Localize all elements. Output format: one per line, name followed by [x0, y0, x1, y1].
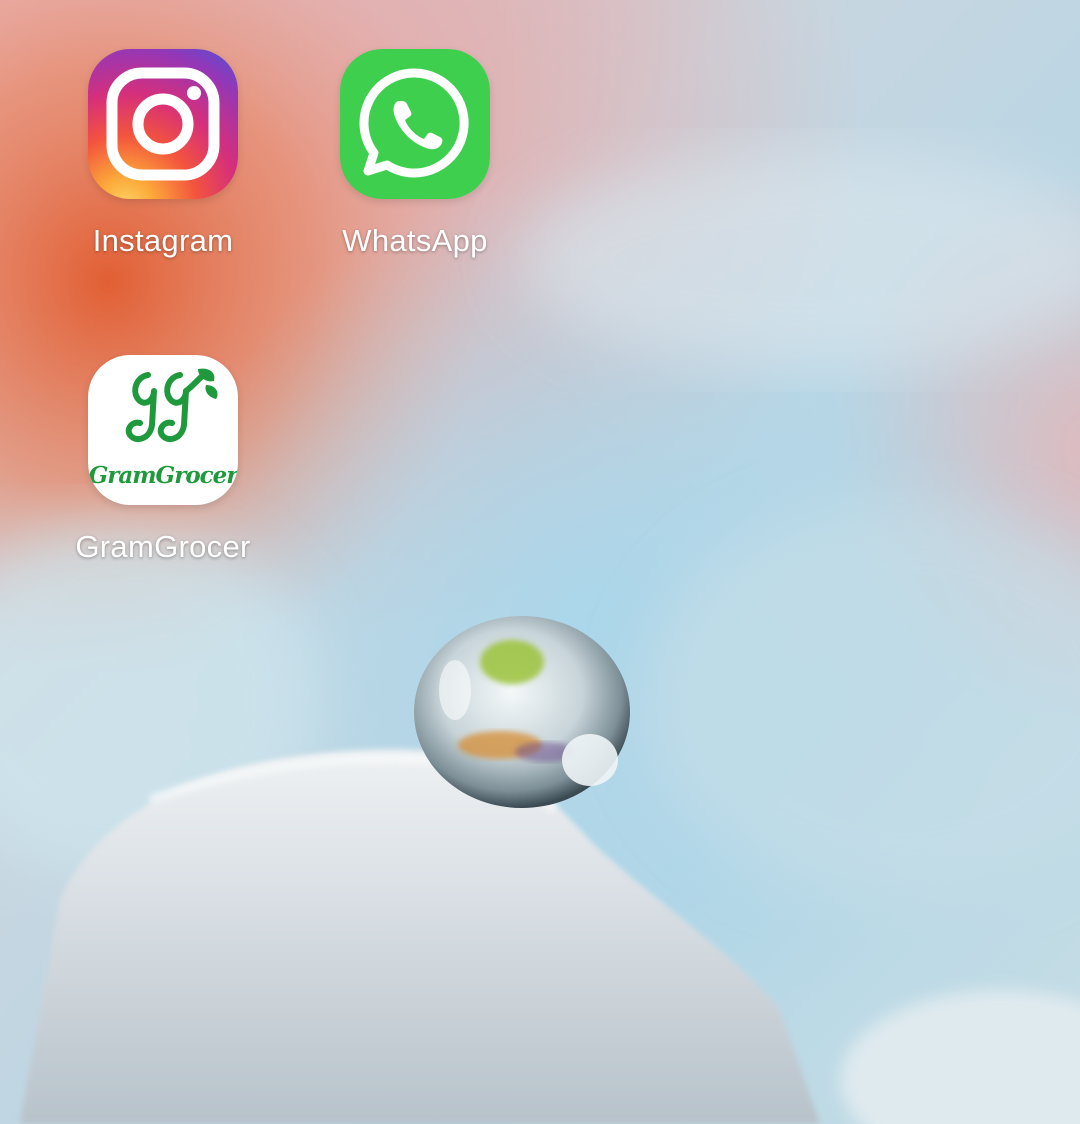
app-label: WhatsApp: [342, 223, 488, 258]
instagram-icon[interactable]: [88, 49, 238, 199]
water-droplet: [414, 616, 630, 808]
gramgrocer-icon[interactable]: GramGrocer: [88, 355, 238, 505]
home-screen: Instagram WhatsApp GramGrocer GramGrocer: [0, 0, 1080, 1124]
app-label: Instagram: [92, 223, 234, 258]
app-instagram[interactable]: Instagram: [38, 49, 288, 259]
whatsapp-icon[interactable]: [340, 49, 490, 199]
app-label: GramGrocer: [75, 529, 251, 564]
app-whatsapp[interactable]: WhatsApp: [290, 49, 540, 259]
gramgrocer-logo-text: GramGrocer: [89, 462, 238, 489]
app-gramgrocer[interactable]: GramGrocer GramGrocer: [38, 355, 288, 565]
